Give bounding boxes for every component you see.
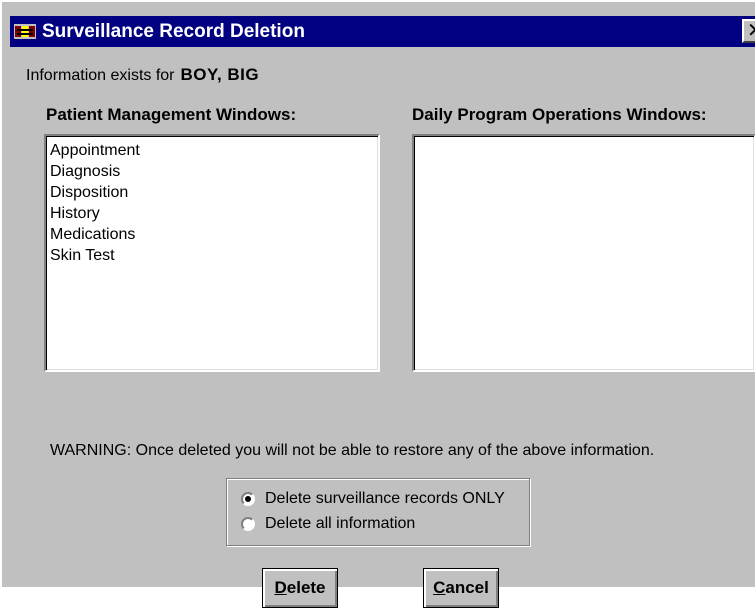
radio-button[interactable] xyxy=(241,492,255,506)
option-delete-surveillance[interactable]: Delete surveillance records ONLY xyxy=(241,489,505,509)
cancel-label: ancel xyxy=(445,578,489,597)
delete-button[interactable]: Delete xyxy=(262,568,338,608)
cancel-button[interactable]: Cancel xyxy=(423,568,499,608)
option-delete-all[interactable]: Delete all information xyxy=(241,514,415,534)
patient-info: Information exists for BOY, BIG xyxy=(26,65,259,85)
option-label: Delete all information xyxy=(265,515,416,532)
list-item[interactable]: Medications xyxy=(50,224,378,245)
daily-program-heading: Daily Program Operations Windows: xyxy=(412,105,707,124)
list-item[interactable]: History xyxy=(50,203,378,224)
list-item[interactable]: Disposition xyxy=(50,182,378,203)
cancel-mnemonic: C xyxy=(433,578,446,597)
window-title: Surveillance Record Deletion xyxy=(42,21,305,42)
warning-text: WARNING: Once deleted you will not be ab… xyxy=(50,442,655,459)
daily-program-list[interactable] xyxy=(412,134,755,372)
close-icon[interactable]: ✕ xyxy=(742,19,755,43)
list-item[interactable]: Appointment xyxy=(50,140,378,161)
list-item[interactable]: Diagnosis xyxy=(50,161,378,182)
title-bar[interactable]: Surveillance Record Deletion ✕ xyxy=(10,16,755,47)
app-icon xyxy=(14,24,36,39)
option-label: Delete surveillance records ONLY xyxy=(265,490,505,507)
info-label: Information exists for xyxy=(26,67,175,84)
patient-management-heading: Patient Management Windows: xyxy=(46,105,297,124)
delete-mnemonic: D xyxy=(274,578,287,597)
list-item[interactable]: Skin Test xyxy=(50,245,378,266)
delete-label: elete xyxy=(286,578,326,597)
radio-button[interactable] xyxy=(241,517,255,531)
patient-name: BOY, BIG xyxy=(180,65,260,84)
patient-management-list[interactable]: Appointment Diagnosis Disposition History Me… xyxy=(44,134,380,372)
dialog-window: Surveillance Record Deletion ✕ Informati… xyxy=(0,0,755,608)
delete-options-group: Delete surveillance records ONLY Delete … xyxy=(226,478,530,546)
